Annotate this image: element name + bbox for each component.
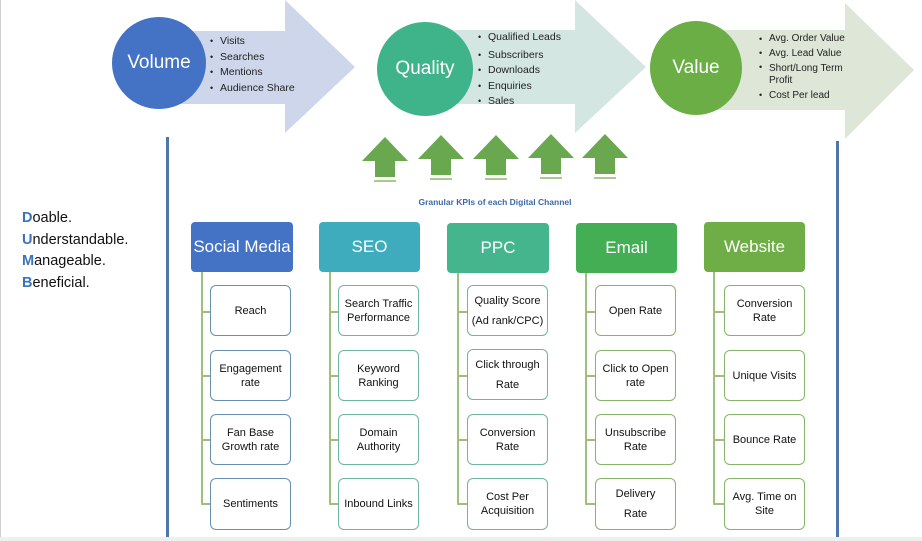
metric-item: Downloads: [478, 63, 561, 79]
metric-item: Mentions: [210, 65, 295, 81]
kpi-box: Delivery Rate: [595, 478, 676, 530]
up-arrow-icon: [582, 134, 628, 179]
kpi-box: Keyword Ranking: [338, 350, 419, 401]
kpi-box: Cost Per Acquisition: [467, 478, 548, 530]
metric-item: Avg. Lead Value: [759, 46, 859, 61]
frame-line-left: [166, 137, 169, 537]
kpi-box: Conversion Rate: [724, 285, 805, 336]
metric-item: Avg. Order Value: [759, 32, 859, 46]
acronym-rest: nderstandable.: [32, 231, 129, 248]
kpi-box: Click through Rate: [467, 349, 548, 400]
kpi-box: Fan Base Growth rate: [210, 414, 291, 465]
kpi-box: Engagement rate: [210, 350, 291, 401]
tree-tick: [713, 503, 724, 505]
quality-circle: Quality: [377, 22, 473, 116]
channel-header-email: Email: [576, 223, 677, 273]
acronym-line: Manageable.: [22, 251, 128, 273]
tree-line: [201, 272, 203, 504]
metric-item: Enquiries: [478, 79, 561, 95]
kpi-box: Unique Visits: [724, 350, 805, 401]
acronym-line: Understandable.: [22, 230, 128, 252]
tree-line: [457, 273, 459, 504]
acronym-line: Beneficial.: [22, 273, 128, 295]
volume-title: Volume: [127, 52, 191, 73]
metric-item: Visits: [210, 34, 295, 50]
channel-header-website: Website: [704, 222, 805, 272]
up-arrow-icon: [362, 137, 408, 182]
tree-line: [713, 272, 715, 504]
up-arrow-icon: [473, 135, 519, 180]
metric-item: Cost Per lead: [759, 87, 859, 104]
kpi-box: Reach: [210, 285, 291, 336]
channel-header-seo: SEO: [319, 222, 420, 272]
quality-metrics-list: Qualified Leads Subscribers Downloads En…: [478, 30, 561, 110]
dumb-acronym: Doable. Understandable. Manageable. Bene…: [22, 208, 128, 295]
acronym-initial: M: [22, 253, 35, 270]
kpi-framework-diagram: Volume Quality Value Visits Searches Men…: [0, 0, 922, 541]
acronym-line: Doable.: [22, 208, 128, 230]
acronym-initial: U: [22, 231, 33, 248]
kpi-box: Conversion Rate: [467, 414, 548, 465]
kpi-caption: Granular KPIs of each Digital Channel: [418, 197, 572, 207]
kpi-box: Unsubscribe Rate: [595, 414, 676, 465]
volume-circle: Volume: [112, 17, 206, 109]
volume-metrics-list: Visits Searches Mentions Audience Share: [210, 34, 295, 96]
acronym-rest: eneficial.: [32, 275, 90, 292]
kpi-box: Domain Authority: [338, 414, 419, 465]
kpi-box: Inbound Links: [338, 478, 419, 530]
metric-item: Audience Share: [210, 81, 295, 97]
kpi-box: Click to Open rate: [595, 350, 676, 401]
channel-header-social-media: Social Media: [191, 222, 293, 272]
kpi-box: Bounce Rate: [724, 414, 805, 465]
frame-line-right: [836, 141, 839, 537]
value-title: Value: [672, 57, 720, 78]
metric-item: Short/Long Term Profit: [759, 61, 859, 87]
acronym-rest: anageable.: [34, 253, 106, 270]
tree-tick: [713, 439, 724, 441]
metric-item: Subscribers: [478, 48, 561, 64]
channel-header-ppc: PPC: [447, 223, 549, 273]
tree-tick: [713, 375, 724, 377]
kpi-box: Sentiments: [210, 478, 291, 530]
up-arrow-icon: [418, 135, 464, 180]
tree-line: [329, 272, 331, 504]
kpi-box: Avg. Time on Site: [724, 478, 805, 530]
tree-line: [585, 273, 587, 504]
metric-item: Qualified Leads: [478, 30, 561, 46]
quality-title: Quality: [395, 58, 455, 79]
acronym-initial: D: [22, 210, 33, 226]
kpi-box: Quality Score (Ad rank/CPC): [467, 285, 548, 336]
kpi-box: Open Rate: [595, 285, 676, 336]
acronym-initial: B: [22, 275, 33, 292]
tree-tick: [713, 311, 724, 313]
kpi-box: Search Traffic Performance: [338, 285, 419, 336]
value-metrics-list: Avg. Order Value Avg. Lead Value Short/L…: [759, 32, 859, 104]
acronym-rest: oable.: [32, 210, 72, 226]
metric-item: Searches: [210, 50, 295, 66]
bottom-edge: [0, 537, 922, 541]
value-circle: Value: [650, 21, 742, 115]
metric-item: Sales: [478, 94, 561, 110]
up-arrow-icon: [528, 134, 574, 179]
